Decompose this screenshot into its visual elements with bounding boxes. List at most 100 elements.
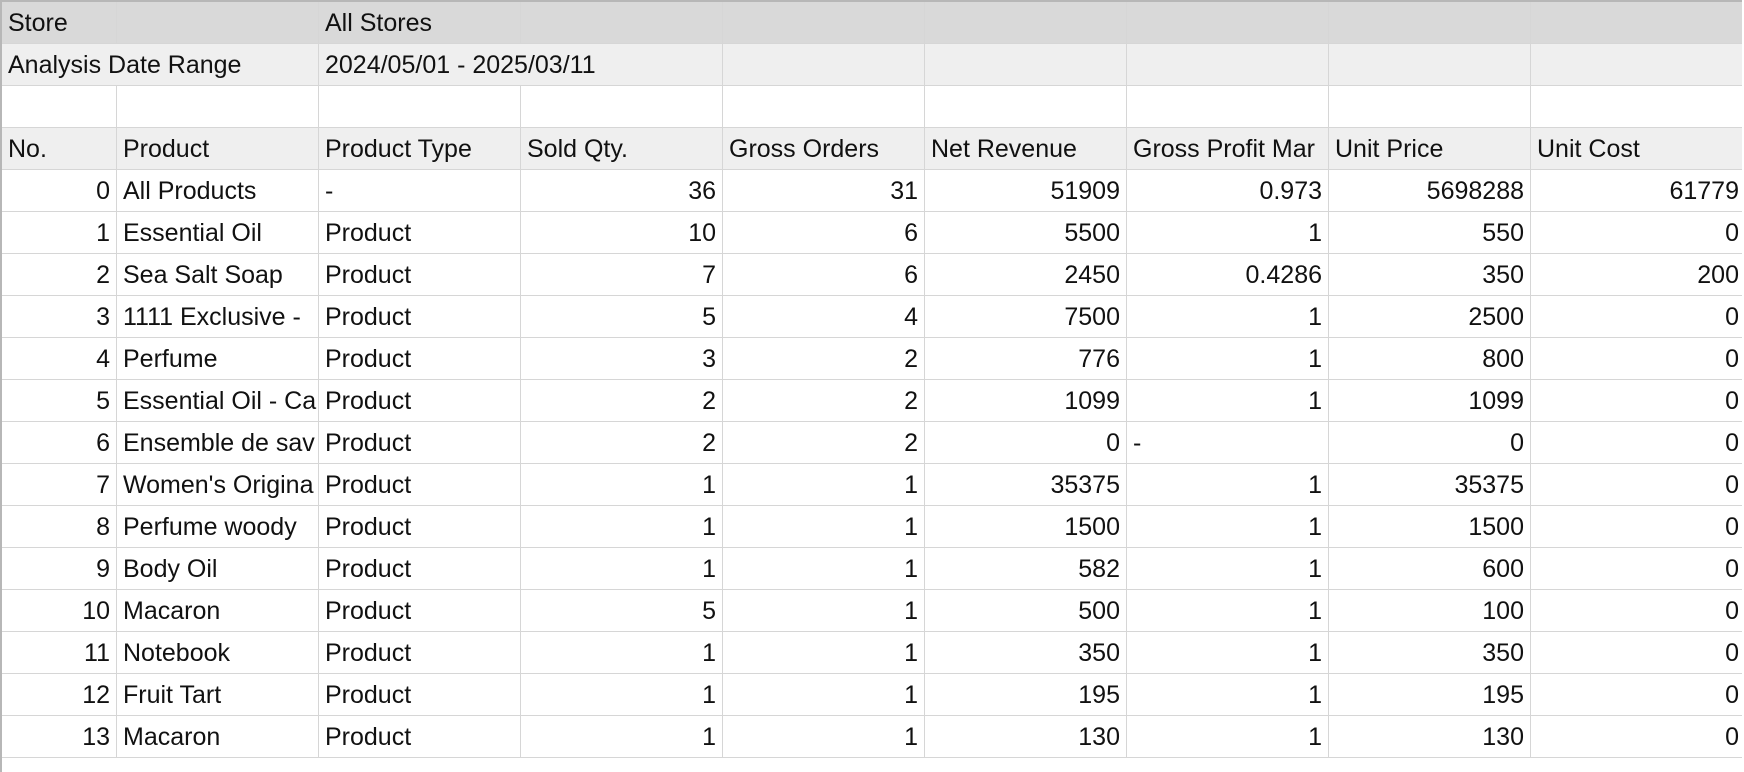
cell-net-revenue[interactable]: 51909	[925, 170, 1127, 212]
cell-unit-cost[interactable]: 0	[1531, 338, 1742, 380]
cell-sold-qty[interactable]: 5	[521, 590, 723, 632]
cell-gross-profit-margin[interactable]: 1	[1127, 674, 1329, 716]
cell-unit-cost[interactable]: 0	[1531, 422, 1742, 464]
cell-gross-profit-margin[interactable]: 0.4286	[1127, 254, 1329, 296]
empty-cell[interactable]	[925, 86, 1127, 128]
empty-cell[interactable]	[521, 86, 723, 128]
cell-product-type[interactable]: Product	[319, 506, 521, 548]
cell-net-revenue[interactable]: 582	[925, 548, 1127, 590]
cell-sold-qty[interactable]: 2	[521, 380, 723, 422]
cell-no[interactable]: 13	[2, 716, 117, 758]
cell-unit-price[interactable]: 35375	[1329, 464, 1531, 506]
empty-cell[interactable]	[1531, 86, 1742, 128]
cell-sold-qty[interactable]: 1	[521, 632, 723, 674]
cell-unit-cost[interactable]: 0	[1531, 380, 1742, 422]
cell-net-revenue[interactable]: 5500	[925, 212, 1127, 254]
cell-gross-orders[interactable]: 1	[723, 506, 925, 548]
cell-gross-orders[interactable]: 1	[723, 464, 925, 506]
cell-product-type[interactable]: Product	[319, 422, 521, 464]
cell-gross-profit-margin[interactable]: 1	[1127, 212, 1329, 254]
cell-unit-cost[interactable]: 61779	[1531, 170, 1742, 212]
cell-gross-profit-margin[interactable]: 1	[1127, 590, 1329, 632]
empty-cell[interactable]	[1329, 2, 1531, 44]
cell-unit-cost[interactable]: 200	[1531, 254, 1742, 296]
cell-net-revenue[interactable]: 2450	[925, 254, 1127, 296]
cell-unit-cost[interactable]: 0	[1531, 506, 1742, 548]
cell-unit-price[interactable]: 1099	[1329, 380, 1531, 422]
cell-sold-qty[interactable]: 1	[521, 464, 723, 506]
cell-no[interactable]: 5	[2, 380, 117, 422]
cell-sold-qty[interactable]: 1	[521, 506, 723, 548]
cell-sold-qty[interactable]: 10	[521, 212, 723, 254]
cell-product[interactable]: 1111 Exclusive -	[117, 296, 319, 338]
cell-unit-price[interactable]: 800	[1329, 338, 1531, 380]
empty-cell[interactable]	[1127, 2, 1329, 44]
header-cell-unit-cost[interactable]: Unit Cost	[1531, 128, 1742, 170]
spreadsheet-grid[interactable]: Store All Stores Analysis Date Range 202…	[0, 0, 1742, 772]
cell-sold-qty[interactable]: 7	[521, 254, 723, 296]
cell-gross-orders[interactable]: 4	[723, 296, 925, 338]
cell-product-type[interactable]: -	[319, 170, 521, 212]
cell-no[interactable]: 7	[2, 464, 117, 506]
cell-no[interactable]: 12	[2, 674, 117, 716]
cell-product[interactable]: Macaron	[117, 716, 319, 758]
empty-cell[interactable]	[2, 86, 117, 128]
cell-gross-profit-margin[interactable]: 1	[1127, 338, 1329, 380]
cell-product-type[interactable]: Product	[319, 254, 521, 296]
cell-unit-cost[interactable]: 0	[1531, 464, 1742, 506]
cell-unit-cost[interactable]: 0	[1531, 632, 1742, 674]
cell-gross-orders[interactable]: 1	[723, 716, 925, 758]
cell-no[interactable]: 3	[2, 296, 117, 338]
cell-unit-price[interactable]: 350	[1329, 254, 1531, 296]
cell-net-revenue[interactable]: 0	[925, 422, 1127, 464]
cell-no[interactable]: 4	[2, 338, 117, 380]
cell-gross-orders[interactable]: 2	[723, 380, 925, 422]
cell-product[interactable]: Ensemble de sav	[117, 422, 319, 464]
cell-sold-qty[interactable]: 2	[521, 422, 723, 464]
cell-gross-orders[interactable]: 2	[723, 422, 925, 464]
cell-unit-price[interactable]: 130	[1329, 716, 1531, 758]
cell-unit-price[interactable]: 100	[1329, 590, 1531, 632]
cell-product[interactable]: Notebook	[117, 632, 319, 674]
cell-unit-price[interactable]: 1500	[1329, 506, 1531, 548]
cell-unit-cost[interactable]: 0	[1531, 296, 1742, 338]
cell-gross-profit-margin[interactable]: 1	[1127, 380, 1329, 422]
cell-unit-price[interactable]: 600	[1329, 548, 1531, 590]
cell-unit-cost[interactable]: 0	[1531, 716, 1742, 758]
cell-gross-profit-margin[interactable]: 1	[1127, 716, 1329, 758]
cell-gross-orders[interactable]: 6	[723, 254, 925, 296]
empty-cell[interactable]	[723, 44, 925, 86]
cell-gross-orders[interactable]: 1	[723, 632, 925, 674]
cell-no[interactable]: 6	[2, 422, 117, 464]
empty-cell[interactable]	[1127, 86, 1329, 128]
header-cell-unit-price[interactable]: Unit Price	[1329, 128, 1531, 170]
cell-unit-price[interactable]: 0	[1329, 422, 1531, 464]
cell-product[interactable]: Women's Origina	[117, 464, 319, 506]
cell-net-revenue[interactable]: 1500	[925, 506, 1127, 548]
cell-product[interactable]: Macaron	[117, 590, 319, 632]
header-cell-product-type[interactable]: Product Type	[319, 128, 521, 170]
cell-product[interactable]: Sea Salt Soap	[117, 254, 319, 296]
header-cell-product[interactable]: Product	[117, 128, 319, 170]
empty-cell[interactable]	[1531, 44, 1742, 86]
cell-product[interactable]: Fruit Tart	[117, 674, 319, 716]
empty-cell[interactable]	[925, 2, 1127, 44]
store-value-cell[interactable]: All Stores	[319, 2, 521, 44]
cell-unit-cost[interactable]: 0	[1531, 548, 1742, 590]
cell-product[interactable]: Body Oil	[117, 548, 319, 590]
cell-gross-orders[interactable]: 6	[723, 212, 925, 254]
cell-product[interactable]: Perfume woody	[117, 506, 319, 548]
cell-gross-profit-margin[interactable]: 1	[1127, 506, 1329, 548]
empty-cell[interactable]	[521, 2, 723, 44]
cell-gross-profit-margin[interactable]: 1	[1127, 296, 1329, 338]
date-range-label-cell[interactable]: Analysis Date Range	[2, 44, 319, 86]
cell-unit-cost[interactable]: 0	[1531, 674, 1742, 716]
empty-cell[interactable]	[117, 86, 319, 128]
cell-no[interactable]: 11	[2, 632, 117, 674]
empty-cell[interactable]	[1127, 44, 1329, 86]
date-range-value-cell[interactable]: 2024/05/01 - 2025/03/11	[319, 44, 723, 86]
cell-product-type[interactable]: Product	[319, 380, 521, 422]
cell-product[interactable]: Essential Oil	[117, 212, 319, 254]
cell-net-revenue[interactable]: 7500	[925, 296, 1127, 338]
cell-net-revenue[interactable]: 195	[925, 674, 1127, 716]
